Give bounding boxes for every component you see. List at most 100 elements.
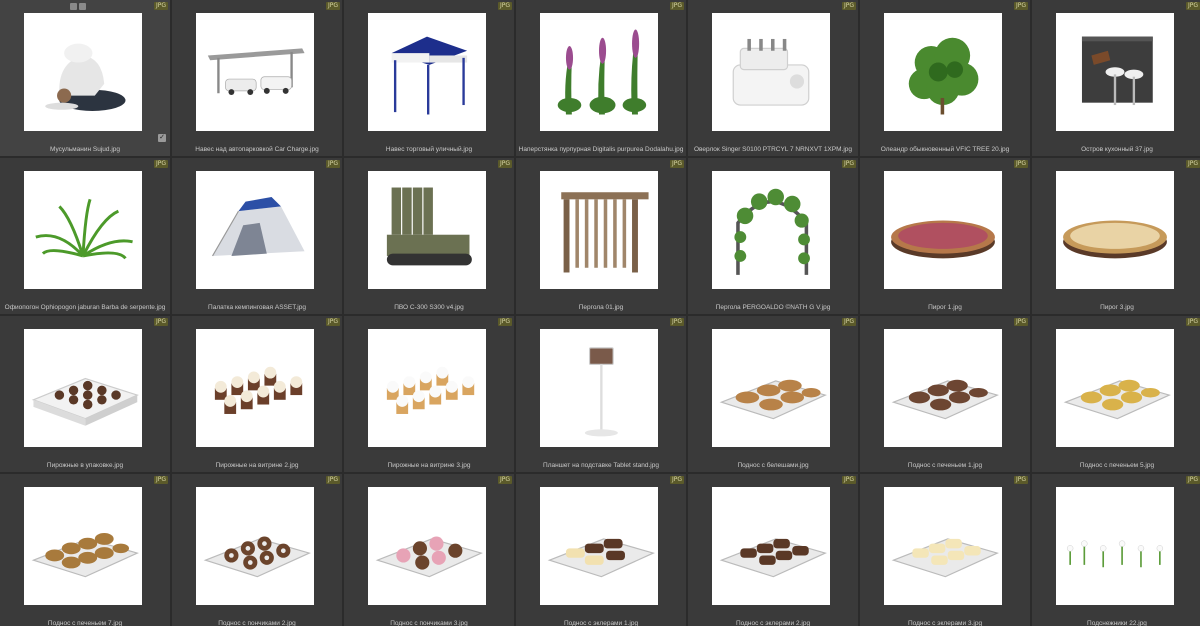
tray-cookies-brown-icon <box>24 487 142 605</box>
thumbnail-cell[interactable]: JPG Планшет на подставке Tablet stand.jpg <box>516 316 686 472</box>
thumbnail-cell[interactable]: JPG Подснежники 22.jpg <box>1032 474 1200 626</box>
file-type-badge: JPG <box>325 160 340 168</box>
thumbnail-cell[interactable]: JPG Пирог 1.jpg <box>860 158 1030 314</box>
file-name-label: Поднос с печеньем 1.jpg <box>907 462 983 469</box>
file-type-badge: JPG <box>1013 160 1028 168</box>
file-type-badge: JPG <box>841 318 856 326</box>
label-icon[interactable] <box>70 3 77 10</box>
file-name-label: Оверлок Singer S0100 PTRCYL 7 NRNXVT 1XP… <box>694 146 852 153</box>
file-name-label: Навес над автопарковкой Car Charge.jpg <box>195 146 319 153</box>
thumbnail-cell[interactable]: JPG ✓ Мусульманин Sujud.jpg <box>0 0 170 156</box>
file-type-badge: JPG <box>497 2 512 10</box>
thumbnail-cell[interactable]: JPG Олеандр обыкновенный VFIC TREE 20.jpg <box>860 0 1030 156</box>
thumbnail-cell[interactable]: JPG Палатка кемпинговая ASSET.jpg <box>172 158 342 314</box>
thumbnail-cell[interactable]: JPG Наперстянка пурпурная Digitalis purpu… <box>516 0 686 156</box>
checkbox-icon[interactable]: ✓ <box>158 134 166 142</box>
tray-eclairs-dark-icon <box>712 487 830 605</box>
shrub-icon <box>884 13 1002 131</box>
file-type-badge: JPG <box>325 318 340 326</box>
file-type-badge: JPG <box>325 2 340 10</box>
file-name-label: Пирог 1.jpg <box>928 304 962 311</box>
file-name-label: Поднос с печеньем 7.jpg <box>47 620 123 626</box>
pergola-icon <box>540 171 658 289</box>
arch-icon <box>712 171 830 289</box>
thumbnail-cell[interactable]: JPG Оверлок Singer S0100 PTRCYL 7 NRNXVT … <box>688 0 858 156</box>
file-name-label: Мусульманин Sujud.jpg <box>49 146 120 153</box>
file-name-label: Наперстянка пурпурная Digitalis purpurea… <box>518 146 684 153</box>
file-type-badge: JPG <box>841 160 856 168</box>
file-type-badge: JPG <box>1185 318 1200 326</box>
thumbnail-cell[interactable]: JPG Поднос с белешами.jpg <box>688 316 858 472</box>
file-name-label: Пирожные на витрине 3.jpg <box>387 462 471 469</box>
thumbnail-cell[interactable]: JPG Поднос с печеньем 7.jpg <box>0 474 170 626</box>
file-type-badge: JPG <box>669 318 684 326</box>
thumbnail-cell[interactable]: JPG Поднос с пончиками 2.jpg <box>172 474 342 626</box>
thumbnail-cell[interactable]: JPG Пергола PERGOALDO ©NATH G V.jpg <box>688 158 858 314</box>
file-type-badge: JPG <box>1185 160 1200 168</box>
file-type-badge: JPG <box>153 476 168 484</box>
file-name-label: Олеандр обыкновенный VFIC TREE 20.jpg <box>880 146 1010 153</box>
file-name-label: Офиопогон Ophiopogon jaburan Barba de se… <box>4 304 166 311</box>
sewing-machine-icon <box>712 13 830 131</box>
thumbnail-grid: JPG ✓ Мусульманин Sujud.jpg JPG Навес над ав… <box>0 0 1200 626</box>
file-name-label: Планшет на подставке Tablet stand.jpg <box>543 462 659 469</box>
file-name-label: Поднос с эклерами 1.jpg <box>563 620 639 626</box>
thumbnail-cell[interactable]: JPG Пергола 01.jpg <box>516 158 686 314</box>
thumbnail-cell[interactable]: JPG Поднос с эклерами 2.jpg <box>688 474 858 626</box>
thumbnail-cell[interactable]: JPG Навес над автопарковкой Car Charge.jp… <box>172 0 342 156</box>
file-name-label: Пирожные на витрине 2.jpg <box>215 462 299 469</box>
file-type-badge: JPG <box>325 476 340 484</box>
thumbnail-cell[interactable]: JPG Пирожные на витрине 3.jpg <box>344 316 514 472</box>
tent-canopy-icon <box>368 13 486 131</box>
kitchen-island-icon <box>1056 13 1174 131</box>
tray-cookies-dark-icon <box>884 329 1002 447</box>
file-name-label: Поднос с печеньем 5.jpg <box>1079 462 1155 469</box>
thumbnail-cell[interactable]: JPG Поднос с эклерами 1.jpg <box>516 474 686 626</box>
thumbnail-cell[interactable]: JPG Офиопогон Ophiopogon jaburan Barba de… <box>0 158 170 314</box>
military-vehicle-icon <box>368 171 486 289</box>
file-type-badge: JPG <box>497 476 512 484</box>
thumbnail-cell[interactable]: JPG Поднос с печеньем 1.jpg <box>860 316 1030 472</box>
person-icon <box>24 13 142 131</box>
thumbnail-cell[interactable]: JPG ПВО С-300 S300 v4.jpg <box>344 158 514 314</box>
thumbnail-cell[interactable]: JPG Пирожные на витрине 2.jpg <box>172 316 342 472</box>
tray-eclairs-icon <box>540 487 658 605</box>
file-type-badge: JPG <box>497 318 512 326</box>
file-type-badge: JPG <box>669 476 684 484</box>
thumbnail-cell[interactable]: JPG Пирог 3.jpg <box>1032 158 1200 314</box>
thumbnail-cell[interactable]: JPG Поднос с пончиками 3.jpg <box>344 474 514 626</box>
file-type-badge: JPG <box>1013 476 1028 484</box>
tray-eclairs-light-icon <box>884 487 1002 605</box>
thumbnail-cell[interactable]: JPG Навес торговый уличный.jpg <box>344 0 514 156</box>
file-type-badge: JPG <box>669 160 684 168</box>
file-type-badge: JPG <box>1185 2 1200 10</box>
tray-cookies-yellow-icon <box>1056 329 1174 447</box>
cupcakes-light-icon <box>368 329 486 447</box>
file-type-badge: JPG <box>669 2 684 10</box>
edit-icon[interactable] <box>79 3 86 10</box>
carport-icon <box>196 13 314 131</box>
tray-donuts-icon <box>196 487 314 605</box>
file-name-label: Пирог 3.jpg <box>1100 304 1134 311</box>
file-name-label: ПВО С-300 S300 v4.jpg <box>394 304 464 311</box>
file-type-badge: JPG <box>841 2 856 10</box>
tray-buns-icon <box>712 329 830 447</box>
tray-donuts-pink-icon <box>368 487 486 605</box>
file-name-label: Поднос с белешами.jpg <box>737 462 809 469</box>
file-name-label: Поднос с эклерами 3.jpg <box>907 620 983 626</box>
snowdrops-icon <box>1056 487 1174 605</box>
file-name-label: Навес торговый уличный.jpg <box>385 146 473 153</box>
thumbnail-cell[interactable]: JPG Остров кухонный 37.jpg <box>1032 0 1200 156</box>
flower-icon <box>540 13 658 131</box>
thumbnail-cell[interactable]: JPG Пирожные в упаковке.jpg <box>0 316 170 472</box>
thumbnail-cell[interactable]: JPG Поднос с печеньем 5.jpg <box>1032 316 1200 472</box>
file-type-badge: JPG <box>1185 476 1200 484</box>
file-name-label: Пергола PERGOALDO ©NATH G V.jpg <box>715 304 831 311</box>
file-name-label: Пирожные в упаковке.jpg <box>46 462 124 469</box>
file-name-label: Поднос с пончиками 2.jpg <box>218 620 296 626</box>
camping-tent-icon <box>196 171 314 289</box>
thumbnail-cell[interactable]: JPG Поднос с эклерами 3.jpg <box>860 474 1030 626</box>
cupcakes-dark-icon <box>196 329 314 447</box>
selection-tools <box>70 3 86 10</box>
file-name-label: Поднос с эклерами 2.jpg <box>735 620 811 626</box>
